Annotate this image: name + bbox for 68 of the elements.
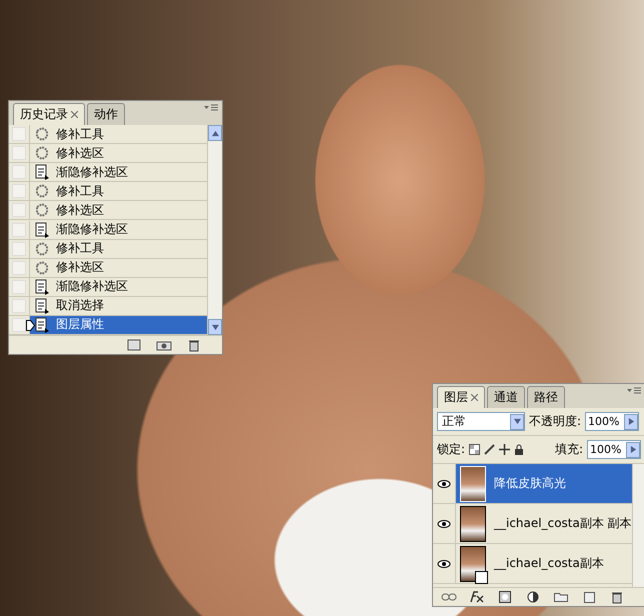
history-item[interactable]: 修补选区 <box>30 201 207 220</box>
close-icon[interactable] <box>471 394 478 401</box>
document-icon <box>34 316 50 333</box>
close-icon[interactable] <box>71 111 78 118</box>
document-icon <box>34 278 50 295</box>
folder-icon[interactable] <box>553 590 569 604</box>
history-item[interactable]: 渐隐修补选区 <box>30 220 207 239</box>
lock-label: 锁定: <box>437 441 466 458</box>
history-item[interactable]: 修补工具 <box>30 240 207 258</box>
panel-tab[interactable]: 动作 <box>87 103 125 125</box>
snapshot-checkbox[interactable] <box>12 242 26 256</box>
blend-mode-dropdown[interactable]: 正常 <box>437 412 525 431</box>
layer-thumbnail <box>460 466 486 502</box>
fill-field[interactable]: 100% <box>587 440 641 459</box>
eye-icon[interactable] <box>437 560 451 568</box>
new-document-icon[interactable] <box>126 338 142 352</box>
history-item[interactable]: 取消选择 <box>30 296 207 315</box>
history-item[interactable]: 修补工具 <box>30 125 207 144</box>
opacity-field[interactable]: 100% <box>585 412 640 431</box>
patch-icon <box>34 126 50 142</box>
patch-icon <box>34 183 50 200</box>
panel-tab[interactable]: 路径 <box>527 386 565 408</box>
snapshot-checkbox[interactable] <box>12 127 26 142</box>
lock-icon[interactable] <box>514 444 524 455</box>
eye-icon[interactable] <box>437 520 451 528</box>
history-item[interactable]: 渐隐修补选区 <box>30 163 207 182</box>
eye-icon[interactable] <box>437 480 451 488</box>
document-icon <box>34 164 50 180</box>
layer-thumbnail <box>460 506 486 542</box>
scroll-down-icon[interactable] <box>208 319 222 335</box>
document-icon <box>34 222 50 238</box>
history-item[interactable]: 修补选区 <box>30 258 207 277</box>
trash-icon[interactable] <box>609 590 625 604</box>
snapshot-checkbox[interactable] <box>12 260 26 275</box>
scrollbar[interactable] <box>632 464 644 587</box>
opacity-label: 不透明度: <box>529 413 582 430</box>
history-item[interactable]: 渐隐修补选区 <box>30 278 207 296</box>
patch-icon <box>34 145 50 162</box>
snapshot-checkbox[interactable] <box>12 184 26 198</box>
new-layer-icon[interactable] <box>581 590 597 604</box>
snapshot-checkbox[interactable] <box>12 318 26 332</box>
layer-item[interactable]: 降低皮肤高光 <box>456 464 632 503</box>
snapshot-checkbox[interactable] <box>12 280 26 294</box>
panel-tab[interactable]: 历史记录 <box>13 103 85 125</box>
panel-tab[interactable]: 图层 <box>437 386 485 408</box>
scroll-up-icon[interactable] <box>208 125 222 141</box>
fill-label: 填充: <box>554 441 583 458</box>
panel-tab[interactable]: 通道 <box>487 386 525 408</box>
trash-icon[interactable] <box>186 338 202 352</box>
layer-item[interactable]: __ichael_costa副本 <box>456 544 632 583</box>
patch-icon <box>34 202 50 218</box>
history-item[interactable]: 修补工具 <box>30 182 207 200</box>
layer-item[interactable]: __ichael_costa副本 副本 <box>456 504 632 543</box>
history-item[interactable]: 修补选区 <box>30 144 207 162</box>
snapshot-checkbox[interactable] <box>12 203 26 218</box>
scrollbar[interactable] <box>207 125 222 335</box>
snapshot-checkbox[interactable] <box>12 146 26 160</box>
patch-icon <box>34 260 50 276</box>
snapshot-checkbox[interactable] <box>12 165 26 180</box>
move-icon[interactable] <box>499 444 510 455</box>
brush-icon[interactable] <box>484 444 496 455</box>
adjustment-icon[interactable] <box>525 590 541 604</box>
snapshot-checkbox[interactable] <box>12 298 26 313</box>
lock-transparency-icon[interactable] <box>469 444 480 455</box>
document-icon <box>34 298 50 314</box>
patch-icon <box>34 240 50 257</box>
mask-icon[interactable] <box>497 590 513 604</box>
effects-icon[interactable] <box>469 590 485 604</box>
